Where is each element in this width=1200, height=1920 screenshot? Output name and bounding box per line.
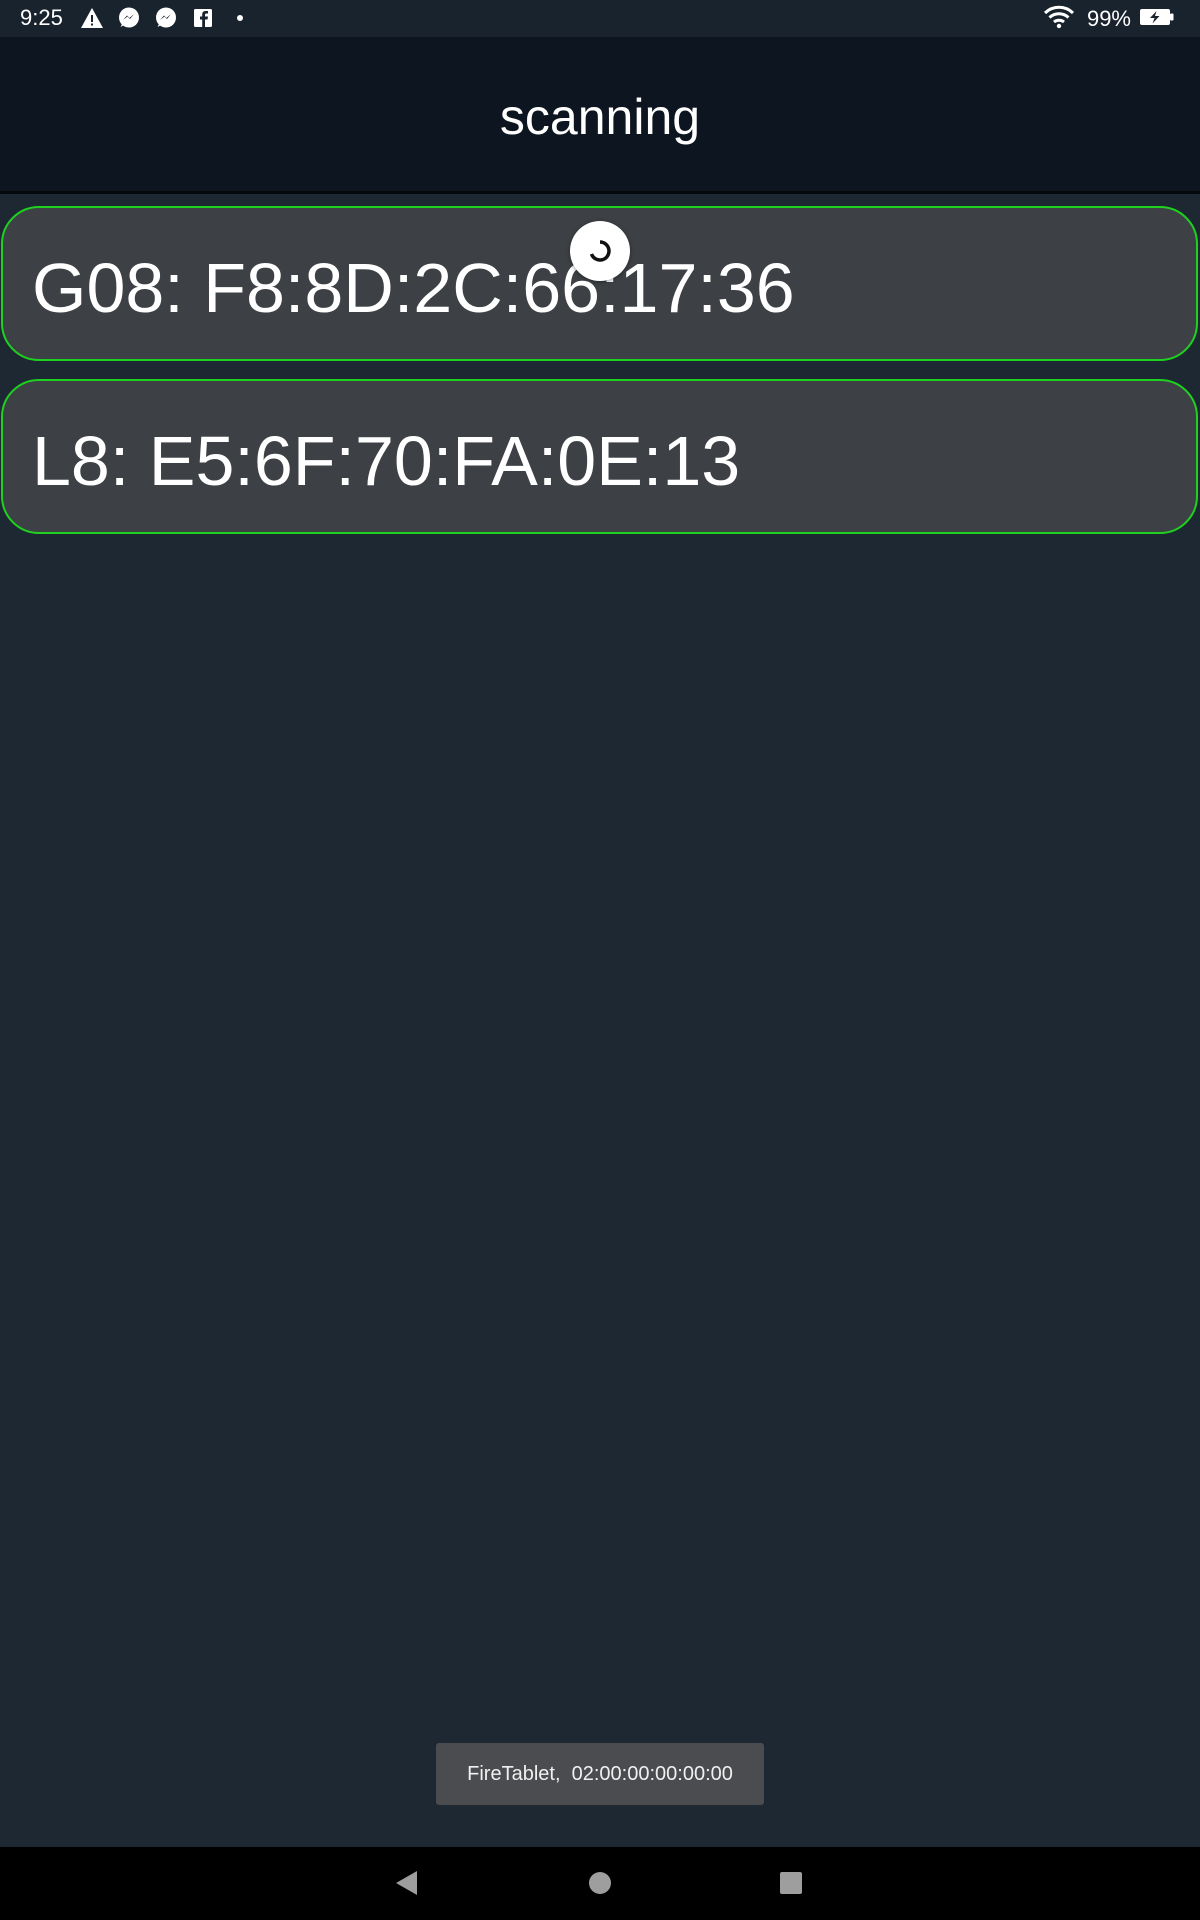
warning-icon bbox=[80, 6, 104, 30]
home-circle-icon[interactable] bbox=[582, 1865, 618, 1901]
wifi-icon bbox=[1043, 5, 1075, 34]
facebook-icon bbox=[191, 6, 215, 30]
app-bar: scanning bbox=[0, 37, 1200, 194]
navigation-bar bbox=[0, 1847, 1200, 1920]
back-triangle-icon[interactable] bbox=[388, 1865, 424, 1901]
notification-icons bbox=[80, 6, 265, 30]
system-icons: 99% bbox=[1043, 5, 1175, 33]
toast-text: FireTablet, 02:00:00:00:00:00 bbox=[467, 1762, 733, 1785]
device-label: G08: F8:8D:2C:66:17:36 bbox=[32, 249, 795, 327]
battery-percent: 99% bbox=[1086, 6, 1131, 31]
battery-charging-icon bbox=[1139, 7, 1175, 32]
messenger-icon bbox=[117, 6, 141, 30]
page-title: scanning bbox=[499, 89, 701, 145]
recents-square-icon[interactable] bbox=[773, 1865, 809, 1901]
refresh-spinner-icon bbox=[570, 221, 630, 281]
screen: 9:25 99% scanning G08: F8:8D:2C:66:17:36… bbox=[0, 0, 1200, 1920]
toast: FireTablet, 02:00:00:00:00:00 bbox=[436, 1743, 764, 1805]
messenger-icon bbox=[154, 6, 178, 30]
more-dot-icon bbox=[228, 6, 252, 30]
device-list-item[interactable]: L8: E5:6F:70:FA:0E:13 bbox=[1, 379, 1198, 534]
status-time: 9:25 bbox=[20, 5, 63, 30]
status-bar: 9:25 99% bbox=[0, 0, 1200, 37]
device-label: L8: E5:6F:70:FA:0E:13 bbox=[32, 422, 741, 500]
